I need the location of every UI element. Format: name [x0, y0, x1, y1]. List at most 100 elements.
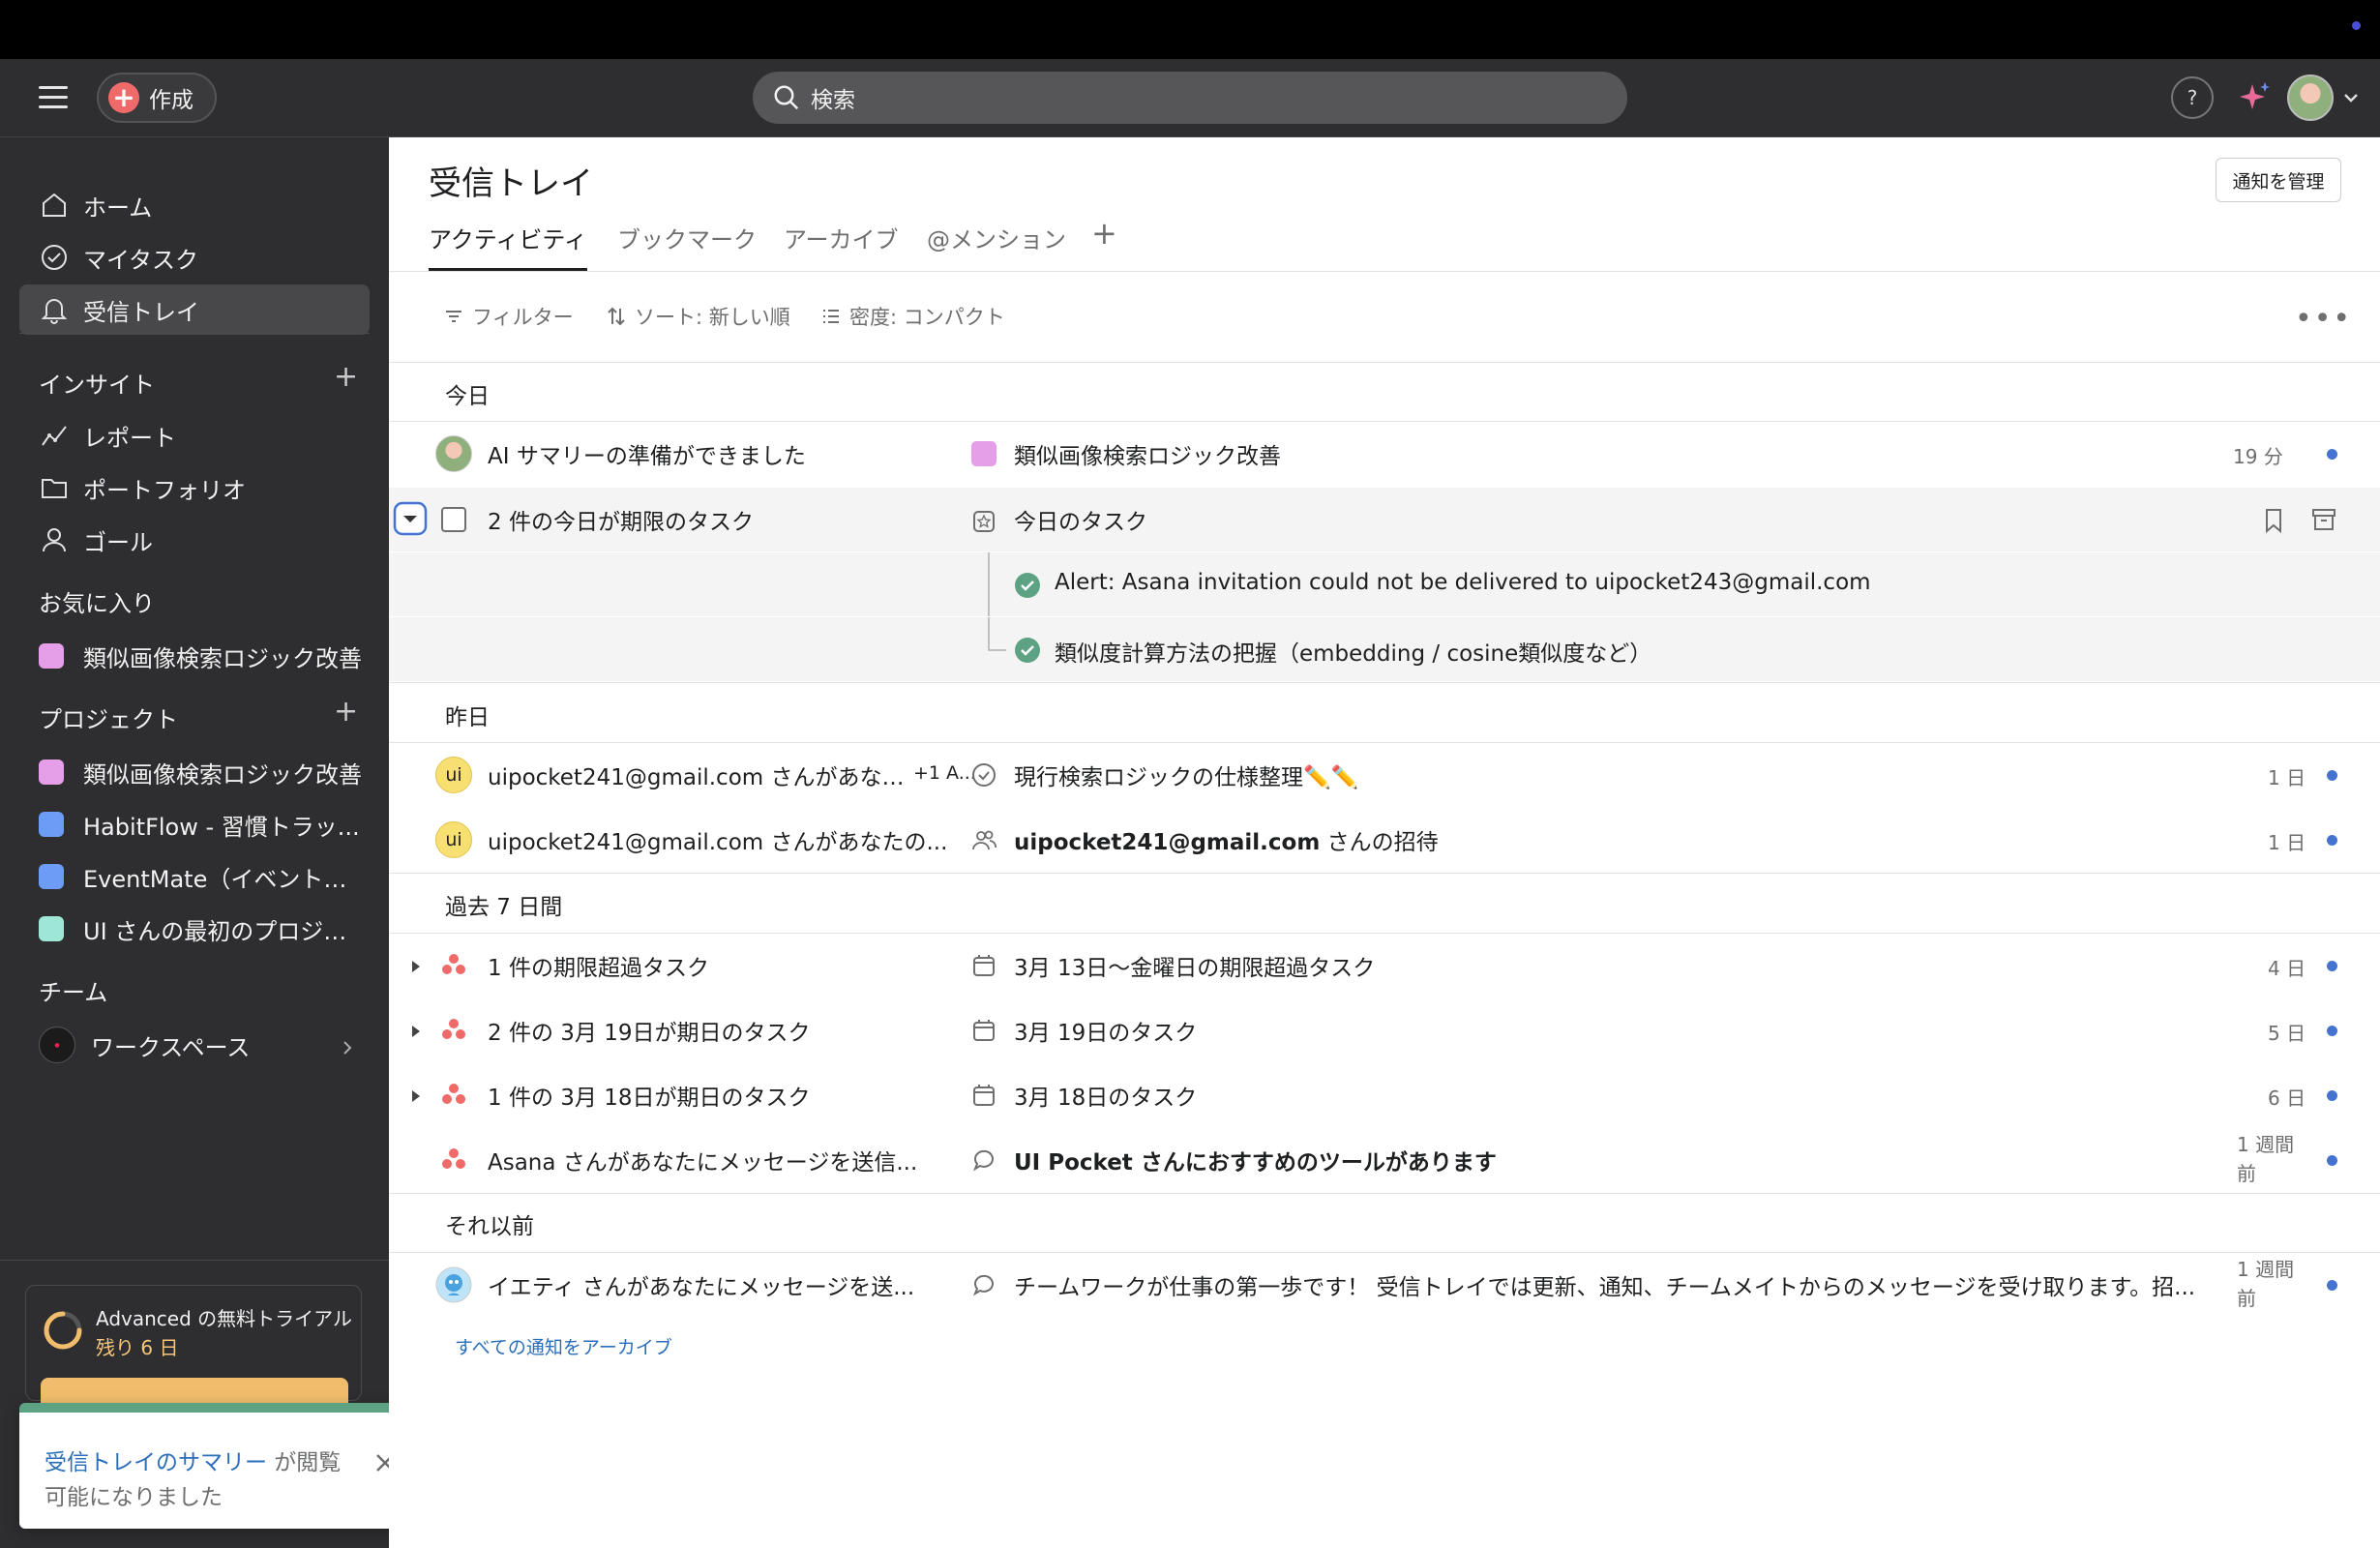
project-color-swatch — [39, 643, 64, 669]
asana-logo-icon — [435, 1142, 472, 1178]
timestamp-line: 前 — [2237, 1162, 2256, 1185]
sidebar-item-project[interactable]: UI さんの最初のプロジェ... — [19, 904, 370, 954]
sidebar-item-workspace[interactable]: ● ワークスペース — [19, 1020, 370, 1070]
inbox-row[interactable]: 1 件の 3月 18日が期日のタスク 3月 18日のタスク 6 日 — [389, 1063, 2380, 1127]
expand-caret-icon[interactable] — [408, 959, 424, 974]
archive-icon[interactable] — [2310, 507, 2337, 532]
asana-logo-icon — [435, 1077, 472, 1114]
tab-bookmarks[interactable]: ブックマーク — [617, 221, 757, 271]
search-icon — [774, 85, 799, 110]
project-color-swatch — [39, 864, 64, 889]
calendar-icon — [973, 1085, 995, 1106]
divider — [389, 271, 2380, 272]
favorites-heading: お気に入り — [39, 590, 155, 617]
sidebar-item-label: ホーム — [83, 194, 153, 222]
help-icon[interactable]: ? — [2171, 76, 2214, 119]
divider — [389, 682, 2380, 683]
inbox-row[interactable]: AI サマリーの準備ができました 類似画像検索ロジック改善 19 分 — [389, 422, 2380, 486]
divider — [19, 333, 370, 334]
subtask-row[interactable]: Alert: Asana invitation could not be del… — [389, 552, 2380, 616]
top-bar: + 作成 検索 ? — [0, 59, 2380, 137]
sort-button[interactable]: ソート: 新しい順 — [606, 302, 790, 331]
unread-dot — [2327, 1280, 2337, 1291]
avatar — [435, 435, 472, 472]
calendar-icon — [973, 1020, 995, 1041]
inbox-row[interactable]: 2 件の 3月 19日が期日のタスク 3月 19日のタスク 5 日 — [389, 998, 2380, 1062]
sidebar-item-label: ポートフォリオ — [83, 476, 246, 504]
sparkle-icon[interactable] — [2235, 78, 2274, 117]
expand-caret-icon[interactable] — [408, 1088, 424, 1104]
filter-label: フィルター — [472, 306, 574, 329]
subtask-row[interactable]: 類似度計算方法の把握（embedding / cosine類似度など） — [389, 617, 2380, 681]
inbox-row[interactable]: 2 件の今日が期限のタスク 今日のタスク — [389, 488, 2380, 551]
manage-notifications-button[interactable]: 通知を管理 — [2216, 158, 2341, 202]
os-menu-bar — [0, 0, 2380, 59]
tree-connector — [988, 552, 990, 616]
check-circle-icon — [42, 245, 67, 270]
task-group-name: 3月 19日のタスク — [1014, 1021, 1198, 1046]
folder-icon — [42, 479, 67, 498]
add-tab-button[interactable]: + — [1091, 215, 1117, 252]
sidebar-item-project[interactable]: 類似画像検索ロジック改善 — [19, 747, 370, 797]
sidebar-item-project[interactable]: HabitFlow - 習慣トラッ... — [19, 799, 370, 849]
inbox-main: 受信トレイ 通知を管理 アクティビティ ブックマーク アーカイブ @メンション … — [389, 137, 2380, 1548]
collapse-caret-icon[interactable] — [393, 501, 428, 536]
inbox-row[interactable]: ui uipocket241@gmail.com さんがあなた... +1 A.… — [389, 743, 2380, 807]
sidebar-item-portfolios[interactable]: ポートフォリオ — [19, 462, 370, 513]
project-color-swatch — [39, 759, 64, 785]
avatar: ui — [435, 757, 472, 793]
inbox-summary-link[interactable]: 受信トレイのサマリー — [45, 1450, 267, 1475]
project-color-swatch — [971, 441, 997, 466]
tab-mentions[interactable]: @メンション — [927, 221, 1066, 271]
notification-title: 1 件の 3月 18日が期日のタスク — [488, 1086, 811, 1111]
inbox-row[interactable]: ui uipocket241@gmail.com さんがあなたの... uipo… — [389, 808, 2380, 872]
sidebar-item-label: ゴール — [83, 528, 153, 556]
sidebar-item-inbox[interactable]: 受信トレイ — [19, 284, 370, 335]
user-avatar[interactable] — [2287, 74, 2334, 121]
sidebar-item-my-tasks[interactable]: マイタスク — [19, 232, 370, 283]
subtask-title: 類似度計算方法の把握（embedding / cosine類似度など） — [1055, 641, 1652, 667]
toast-text: が閲覧 — [267, 1450, 342, 1475]
filter-button[interactable]: フィルター — [443, 302, 574, 331]
bookmark-icon[interactable] — [2262, 507, 2285, 534]
chevron-down-icon[interactable] — [2341, 88, 2361, 107]
sidebar-item-project[interactable]: EventMate（イベント管... — [19, 851, 370, 902]
plus-icon: + — [108, 82, 139, 113]
more-options-icon[interactable]: ••• — [2295, 302, 2352, 336]
tab-activity[interactable]: アクティビティ — [429, 221, 587, 271]
chart-line-icon — [42, 426, 67, 446]
bell-icon — [41, 299, 68, 324]
sidebar-item-favorite-project[interactable]: 類似画像検索ロジック改善 — [19, 631, 370, 681]
sidebar-item-reports[interactable]: レポート — [19, 410, 370, 461]
add-project-button[interactable]: + — [334, 695, 358, 729]
summary-toast: 受信トレイのサマリー が閲覧 可能になりました — [19, 1403, 433, 1529]
notification-title: イエティ さんがあなたにメッセージを送... — [488, 1275, 915, 1300]
density-button[interactable]: 密度: コンパクト — [820, 302, 1005, 331]
search-input[interactable]: 検索 — [753, 72, 1627, 124]
add-insight-button[interactable]: + — [334, 360, 358, 394]
sort-label: ソート: 新しい順 — [635, 306, 790, 329]
sort-icon — [608, 307, 625, 326]
sidebar-item-goals[interactable]: ゴール — [19, 515, 370, 565]
sidebar-item-label: EventMate（イベント管... — [83, 865, 364, 893]
menu-icon[interactable] — [39, 86, 68, 109]
toast-text: 可能になりました — [45, 1485, 223, 1510]
inbox-row[interactable]: 1 件の期限超過タスク 3月 13日〜金曜日の期限超過タスク 4 日 — [389, 934, 2380, 997]
notification-title: 2 件の 3月 19日が期日のタスク — [488, 1021, 811, 1046]
extra-count: +1 A... — [913, 762, 976, 784]
unread-dot — [2327, 1090, 2337, 1101]
divider — [389, 1193, 2380, 1194]
notification-title: uipocket241@gmail.com さんがあなたの... — [488, 830, 948, 855]
chevron-right-icon[interactable] — [339, 1039, 356, 1057]
expand-caret-icon[interactable] — [408, 1024, 424, 1039]
inbox-row[interactable]: イエティ さんがあなたにメッセージを送... チームワークが仕事の第一歩です！ … — [389, 1253, 2380, 1317]
inbox-row[interactable]: Asana さんがあなたにメッセージを送信... UI Pocket さんにおす… — [389, 1128, 2380, 1192]
comment-icon — [972, 1149, 994, 1172]
archive-all-link[interactable]: すべての通知をアーカイブ — [455, 1333, 672, 1359]
tab-archive[interactable]: アーカイブ — [784, 221, 899, 271]
list-icon — [823, 310, 839, 323]
sidebar-item-label: マイタスク — [83, 246, 199, 274]
sidebar-item-home[interactable]: ホーム — [19, 180, 370, 230]
select-checkbox[interactable] — [441, 507, 466, 532]
create-button[interactable]: + 作成 — [97, 73, 217, 123]
